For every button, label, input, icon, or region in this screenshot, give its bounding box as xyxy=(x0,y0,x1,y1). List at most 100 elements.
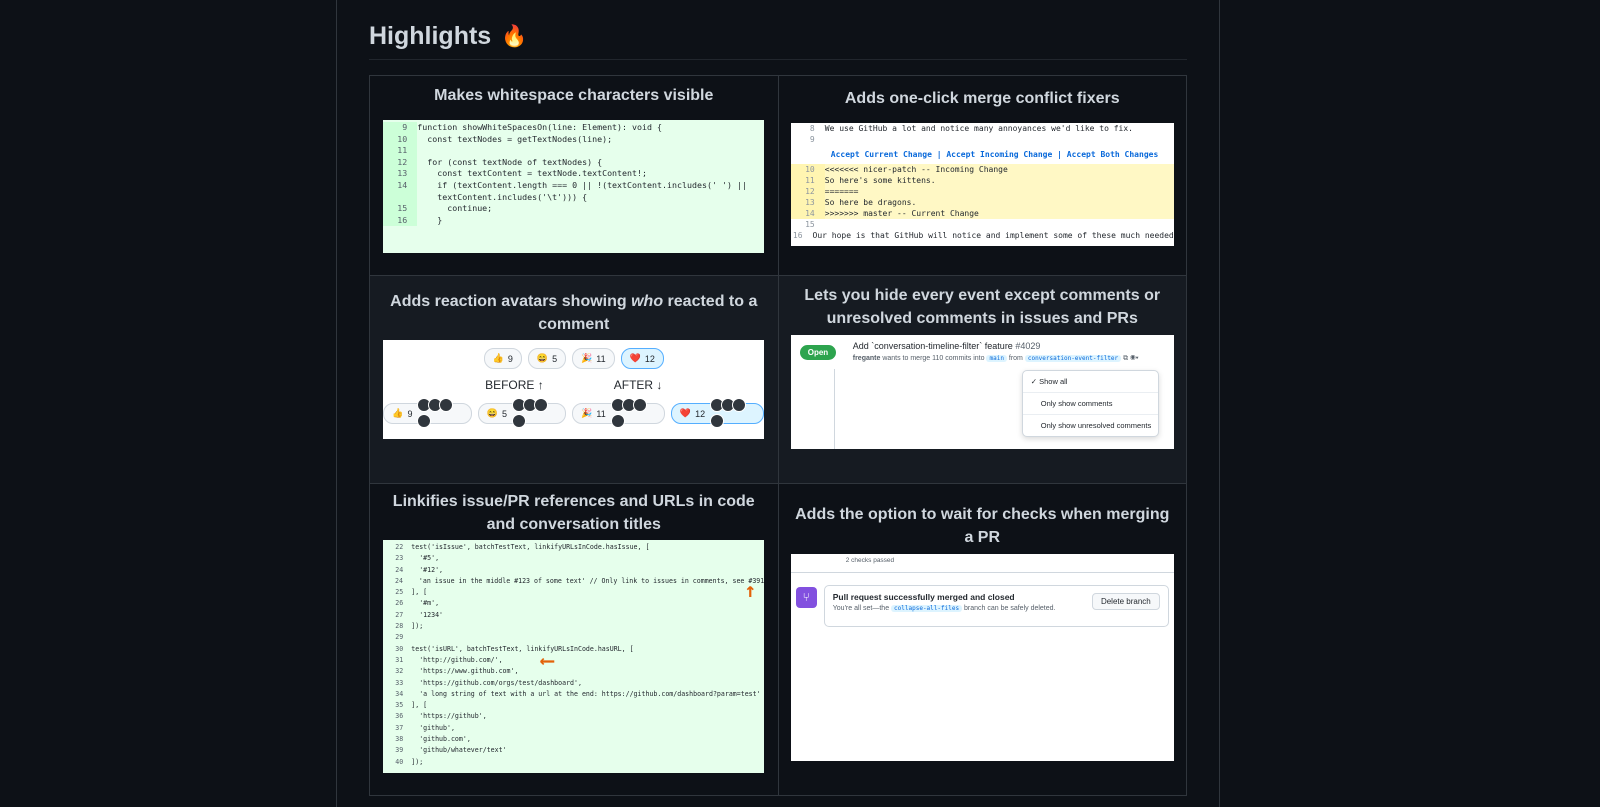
feature-cell: Adds the option to wait for checks when … xyxy=(777,483,1187,796)
timeline-line xyxy=(833,369,835,449)
line-text: ], [ xyxy=(411,701,428,710)
line-text: '#12', xyxy=(411,565,444,574)
line-number: 14 xyxy=(790,208,825,219)
filter-menu-item[interactable]: Only show comments xyxy=(1022,392,1158,414)
line-text: ]); xyxy=(411,757,424,766)
code-line: 36 'https://github', xyxy=(383,711,764,722)
code-line: 30 test('isURL', batchTestText, linkifyUR… xyxy=(383,644,764,655)
line-text: textContent.includes('\t'))) { xyxy=(417,191,588,202)
filter-menu-item[interactable]: ✓ Show all xyxy=(1023,371,1158,392)
line-text: if (textContent.length === 0 || !(textCo… xyxy=(417,179,747,190)
line-number: 16 xyxy=(383,214,418,227)
line-number: 13 xyxy=(790,197,825,208)
feature-cell: Adds one-click merge conflict fixers 8 We… xyxy=(777,75,1187,276)
linkify-screenshot: 22 test('isIssue', batchTestText, linkify… xyxy=(383,540,765,773)
line-text: test('isIssue', batchTestText, linkifyUR… xyxy=(411,543,650,551)
line-text: <<<<<<< nicer-patch -- Incoming Change xyxy=(824,165,1008,174)
conflict-actions[interactable]: Accept Current Change | Accept Incoming … xyxy=(791,149,1174,160)
line-text: ], [ xyxy=(411,588,428,597)
reaction-count: 5 xyxy=(501,408,507,419)
line-number: 28 xyxy=(395,622,404,631)
merged-desc-b: branch can be safely deleted. xyxy=(964,605,1056,612)
reaction-emoji-icon: 👍 xyxy=(492,353,504,363)
code-line: 37 'github', xyxy=(383,723,764,734)
reaction-button[interactable]: 😄 5 xyxy=(527,348,567,369)
head-branch: conversation-event-filter xyxy=(1024,355,1122,362)
line-text: 'https://github.com/orgs/test/dashboard'… xyxy=(411,678,582,687)
pr-meta: wants to merge 110 commits into xyxy=(882,355,985,362)
code-line: 8 We use GitHub a lot and notice many ann… xyxy=(791,123,1174,134)
line-number: 12 xyxy=(383,156,418,169)
eye-icon[interactable]: ◉▾ xyxy=(1130,355,1138,362)
line-text: 'an issue in the middle #123 of some tex… xyxy=(410,576,765,585)
line-text: const textContent = textNode.textContent… xyxy=(417,168,648,179)
avatar xyxy=(632,397,647,412)
code-line: 10 <<<<<<< nicer-patch -- Incoming Change xyxy=(790,164,1174,175)
feature-cell: Makes whitespace characters visible 9 fun… xyxy=(369,75,779,276)
merge-icon: ⑂ xyxy=(795,587,817,608)
section-heading: Highlights 🔥 xyxy=(369,22,527,51)
reaction-button[interactable]: ❤️ 12 xyxy=(620,348,664,369)
avatar xyxy=(610,413,625,428)
avatar xyxy=(439,397,454,412)
line-text: 'http://github.com/', xyxy=(411,655,503,664)
reaction-count: 11 xyxy=(596,408,606,419)
reaction-emoji-icon: 😄 xyxy=(486,408,498,418)
line-text: '1234' xyxy=(411,610,444,619)
reaction-button[interactable]: 👍 9 xyxy=(383,397,472,428)
reaction-emoji-icon: 😄 xyxy=(536,353,549,363)
line-number: 10 xyxy=(790,164,825,175)
line-number: 13 xyxy=(383,168,418,180)
line-number: 33 xyxy=(395,678,404,687)
line-number: 14 xyxy=(383,179,418,192)
line-number: 29 xyxy=(395,633,404,642)
avatar xyxy=(511,413,526,428)
line-number: 11 xyxy=(790,175,825,186)
reaction-button[interactable]: ❤️ 12 xyxy=(670,397,765,428)
code-line: 12 for (const textNode of textNodes) { xyxy=(383,156,764,169)
code-line: 16 Our hope is that GitHub will notice an… xyxy=(791,230,1174,241)
feature-cell: Adds reaction avatars showing who reacte… xyxy=(369,275,779,484)
reactions-screenshot: 👍 9 😄 5 🎉 11 ❤️ 12 BEFORE ↑ AFTER ↓ 👍 9 😄 5 🎉 11 ❤️ 12 xyxy=(383,340,765,439)
line-text: continue; xyxy=(417,203,493,214)
reaction-emoji-icon: ❤️ xyxy=(629,353,641,363)
reaction-button[interactable]: 🎉 11 xyxy=(572,397,665,428)
line-number: 16 xyxy=(792,231,803,240)
section-title: Highlights xyxy=(369,22,492,50)
code-line: 29 xyxy=(383,632,764,643)
open-state-badge: Open xyxy=(799,345,837,360)
line-number: 30 xyxy=(395,644,404,653)
line-number: 40 xyxy=(395,757,404,766)
line-number: 9 xyxy=(383,122,418,134)
code-line: 13 So here be dragons. xyxy=(790,197,1174,208)
readme-page: Highlights 🔥 Makes whitespace characters… xyxy=(336,0,1220,807)
code-line: 10 const textNodes = getTextNodes(line); xyxy=(383,133,764,146)
reaction-emoji-icon: 🎉 xyxy=(581,408,593,418)
line-number: 34 xyxy=(395,689,404,698)
line-number: 36 xyxy=(395,712,404,721)
merged-screenshot: 2 checks passed ⑂ Pull request successfu… xyxy=(790,554,1174,761)
code-line: 34 'a long string of text with a url at … xyxy=(383,689,764,700)
line-text: 'https://www.github.com', xyxy=(411,667,519,676)
code-line: 35 ], [ xyxy=(383,700,764,711)
line-number: 27 xyxy=(395,610,404,619)
delete-branch-button[interactable]: Delete branch xyxy=(1091,593,1160,610)
line-number: 37 xyxy=(395,723,404,732)
code-line: textContent.includes('\t'))) { xyxy=(383,191,764,204)
line-text: ======= xyxy=(824,187,859,196)
reaction-button[interactable]: 🎉 11 xyxy=(572,348,615,369)
reaction-emoji-icon: 👍 xyxy=(392,408,404,418)
code-line: 38 'github.com', xyxy=(383,734,764,745)
code-line: 24 '#12', xyxy=(383,565,764,576)
line-number: 9 xyxy=(809,135,815,144)
feature-caption: Makes whitespace characters visible xyxy=(434,87,714,104)
line-text: '#m', xyxy=(411,599,440,608)
reaction-button[interactable]: 😄 5 xyxy=(477,397,567,428)
line-number: 35 xyxy=(395,701,404,710)
merged-title: Pull request successfully merged and clo… xyxy=(832,592,1015,602)
reaction-count: 9 xyxy=(407,408,413,419)
reaction-button[interactable]: 👍 9 xyxy=(483,348,522,369)
copy-icon[interactable]: ⧉ xyxy=(1123,355,1128,362)
before-label: BEFORE ↑ xyxy=(485,378,544,392)
filter-menu-item[interactable]: Only show unresolved comments xyxy=(1022,414,1158,436)
